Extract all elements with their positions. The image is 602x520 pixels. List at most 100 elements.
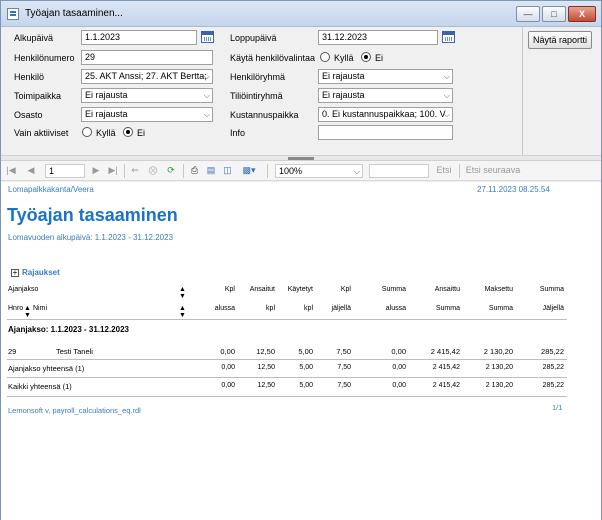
kayta-no-radio[interactable]: [361, 52, 371, 62]
chevron-down-icon: ⌵: [203, 91, 210, 100]
minimize-button[interactable]: —: [516, 6, 540, 22]
report-title: Työajan tasaaminen: [7, 205, 178, 225]
info-input[interactable]: [318, 125, 453, 140]
page-number-input[interactable]: 1: [45, 164, 85, 178]
cell: 0,00: [221, 382, 235, 389]
next-page-icon[interactable]: ▶: [91, 164, 101, 177]
cell: 0,00: [392, 382, 406, 389]
toimipaikka-select[interactable]: Ei rajausta ⌵: [81, 88, 213, 103]
henkiloryhma-select[interactable]: Ei rajausta ⌵: [318, 69, 453, 84]
cell: 2 415,42: [430, 347, 460, 356]
sort-icon[interactable]: ▲ ▼: [179, 286, 186, 300]
sort-icon[interactable]: ▲ ▼: [179, 305, 186, 319]
cell: 285,22: [541, 347, 564, 356]
calendar-icon[interactable]: [201, 31, 214, 43]
page-info: 1/1: [552, 403, 563, 412]
app-icon: [7, 8, 19, 20]
cell: 285,22: [542, 364, 564, 371]
maximize-button[interactable]: □: [542, 6, 566, 22]
chevron-down-icon: ⌵: [203, 110, 210, 119]
col-ansaittu-2: Summa: [435, 305, 460, 312]
print-layout-icon[interactable]: ▤: [205, 164, 217, 177]
cell: 5,00: [298, 347, 313, 356]
report-timestamp: 27.11.2023 08.25.54: [477, 185, 550, 194]
page-setup-icon[interactable]: ◫: [221, 164, 234, 177]
title-bar[interactable]: Työajan tasaaminen... — □ X: [1, 1, 601, 27]
cell: 5,00: [299, 364, 313, 371]
refresh-icon[interactable]: ⟳: [165, 164, 177, 177]
cell: 0,00: [221, 364, 235, 371]
first-page-icon[interactable]: |◀: [6, 164, 16, 177]
close-button[interactable]: X: [568, 6, 596, 22]
osasto-value: Ei rajausta: [85, 109, 128, 119]
col-hnro: Hnro: [8, 305, 24, 312]
cell: 7,50: [336, 347, 351, 356]
kustannuspaikka-label: Kustannuspaikka: [230, 110, 299, 120]
cell: 0,00: [391, 347, 406, 356]
kustannuspaikka-select[interactable]: 0. Ei kustannuspaikkaa; 100. V ⌵: [318, 107, 453, 122]
zoom-select[interactable]: 100% ⌵: [275, 164, 363, 178]
toimipaikka-label: Toimipaikka: [14, 91, 62, 101]
aktiiviset-yes-radio[interactable]: [82, 127, 92, 137]
back-icon[interactable]: ⇐: [129, 164, 141, 177]
cell: 12,50: [257, 382, 275, 389]
henkilonumero-label: Henkilönumero: [14, 53, 75, 63]
loppupaiva-input[interactable]: 31.12.2023: [318, 30, 438, 45]
cell: 2 415,42: [432, 382, 460, 389]
tiliointiryhma-label: Tiliöintiryhmä: [230, 91, 283, 101]
stop-icon[interactable]: ⨂: [147, 164, 159, 177]
chevron-down-icon: ⌵: [443, 110, 450, 119]
tiliointiryhma-value: Ei rajausta: [322, 90, 365, 100]
splitter-grip[interactable]: [288, 157, 314, 160]
aktiiviset-no-label: Ei: [137, 128, 146, 138]
aktiiviset-no-radio[interactable]: [123, 127, 133, 137]
tiliointiryhma-select[interactable]: Ei rajausta ⌵: [318, 88, 453, 103]
last-page-icon[interactable]: ▶|: [107, 164, 119, 177]
cell: 2 130,20: [485, 382, 513, 389]
row-divider: [7, 396, 567, 397]
toolbar-separator: [124, 164, 125, 178]
rajaukset-toggle[interactable]: Rajaukset: [22, 268, 60, 277]
col-summa-alussa-2: alussa: [385, 305, 406, 312]
report-toolbar: |◀ ◀ 1 ▶ ▶| ⇐ ⨂ ⟳ ⎙ ▤ ◫ ▩▾ 100% ⌵ Etsi Et…: [1, 161, 601, 181]
report-area: Lomapalkkakanta/Veera 27.11.2023 08.25.5…: [1, 182, 601, 520]
henkilo-value: 25. AKT Anssi; 27. AKT Bertta;: [85, 71, 207, 81]
col-summa-alussa-1: Summa: [381, 286, 406, 293]
kayta-yes-radio[interactable]: [320, 52, 330, 62]
calendar-icon[interactable]: [442, 31, 455, 43]
row-nimi: Ajanjakso yhteensä (1): [8, 364, 85, 373]
henkilo-select[interactable]: 25. AKT Anssi; 27. AKT Bertta; ⌵: [81, 69, 213, 84]
osasto-label: Osasto: [14, 110, 43, 120]
report-window: Työajan tasaaminen... — □ X Alkupäivä 1.…: [0, 0, 602, 520]
find-button[interactable]: Etsi: [433, 164, 455, 177]
osasto-select[interactable]: Ei rajausta ⌵: [81, 107, 213, 122]
expand-icon[interactable]: +: [11, 269, 19, 277]
henkilonumero-input[interactable]: 29: [81, 50, 213, 65]
show-report-button[interactable]: Näytä raportti: [528, 31, 592, 49]
export-icon[interactable]: ▩▾: [239, 164, 259, 177]
cell: 7,50: [337, 364, 351, 371]
cell: 12,50: [256, 347, 275, 356]
company-name: Lomapalkkakanta/Veera: [8, 185, 94, 194]
loppupaiva-label: Loppupäivä: [230, 33, 277, 43]
aktiiviset-yes-label: Kyllä: [96, 128, 116, 138]
print-icon[interactable]: ⎙: [188, 164, 201, 177]
find-next-button[interactable]: Etsi seuraava: [464, 164, 522, 177]
cell: 2 130,20: [483, 347, 513, 356]
col-ansaitut-2: kpl: [266, 305, 275, 312]
alkupaiva-input[interactable]: 1.1.2023: [81, 30, 197, 45]
kustannuspaikka-value: 0. Ei kustannuspaikkaa; 100. V: [322, 109, 446, 119]
col-summa-jaljella-1: Summa: [539, 286, 564, 293]
col-kaytetyt-2: kpl: [304, 305, 313, 312]
zoom-value: 100%: [279, 166, 303, 176]
row-divider: [7, 359, 567, 360]
col-kpl-alussa-1: Kpl: [224, 286, 235, 293]
cell: 285,22: [542, 382, 564, 389]
prev-page-icon[interactable]: ◀: [26, 164, 36, 177]
col-maksettu-1: Maksettu: [484, 286, 513, 293]
sort-icon[interactable]: ▲ ▼: [24, 305, 31, 319]
cell: 2 415,42: [432, 364, 460, 371]
cell: 2 130,20: [485, 364, 513, 371]
window-title: Työajan tasaaminen...: [25, 8, 123, 19]
find-input[interactable]: [369, 164, 429, 178]
